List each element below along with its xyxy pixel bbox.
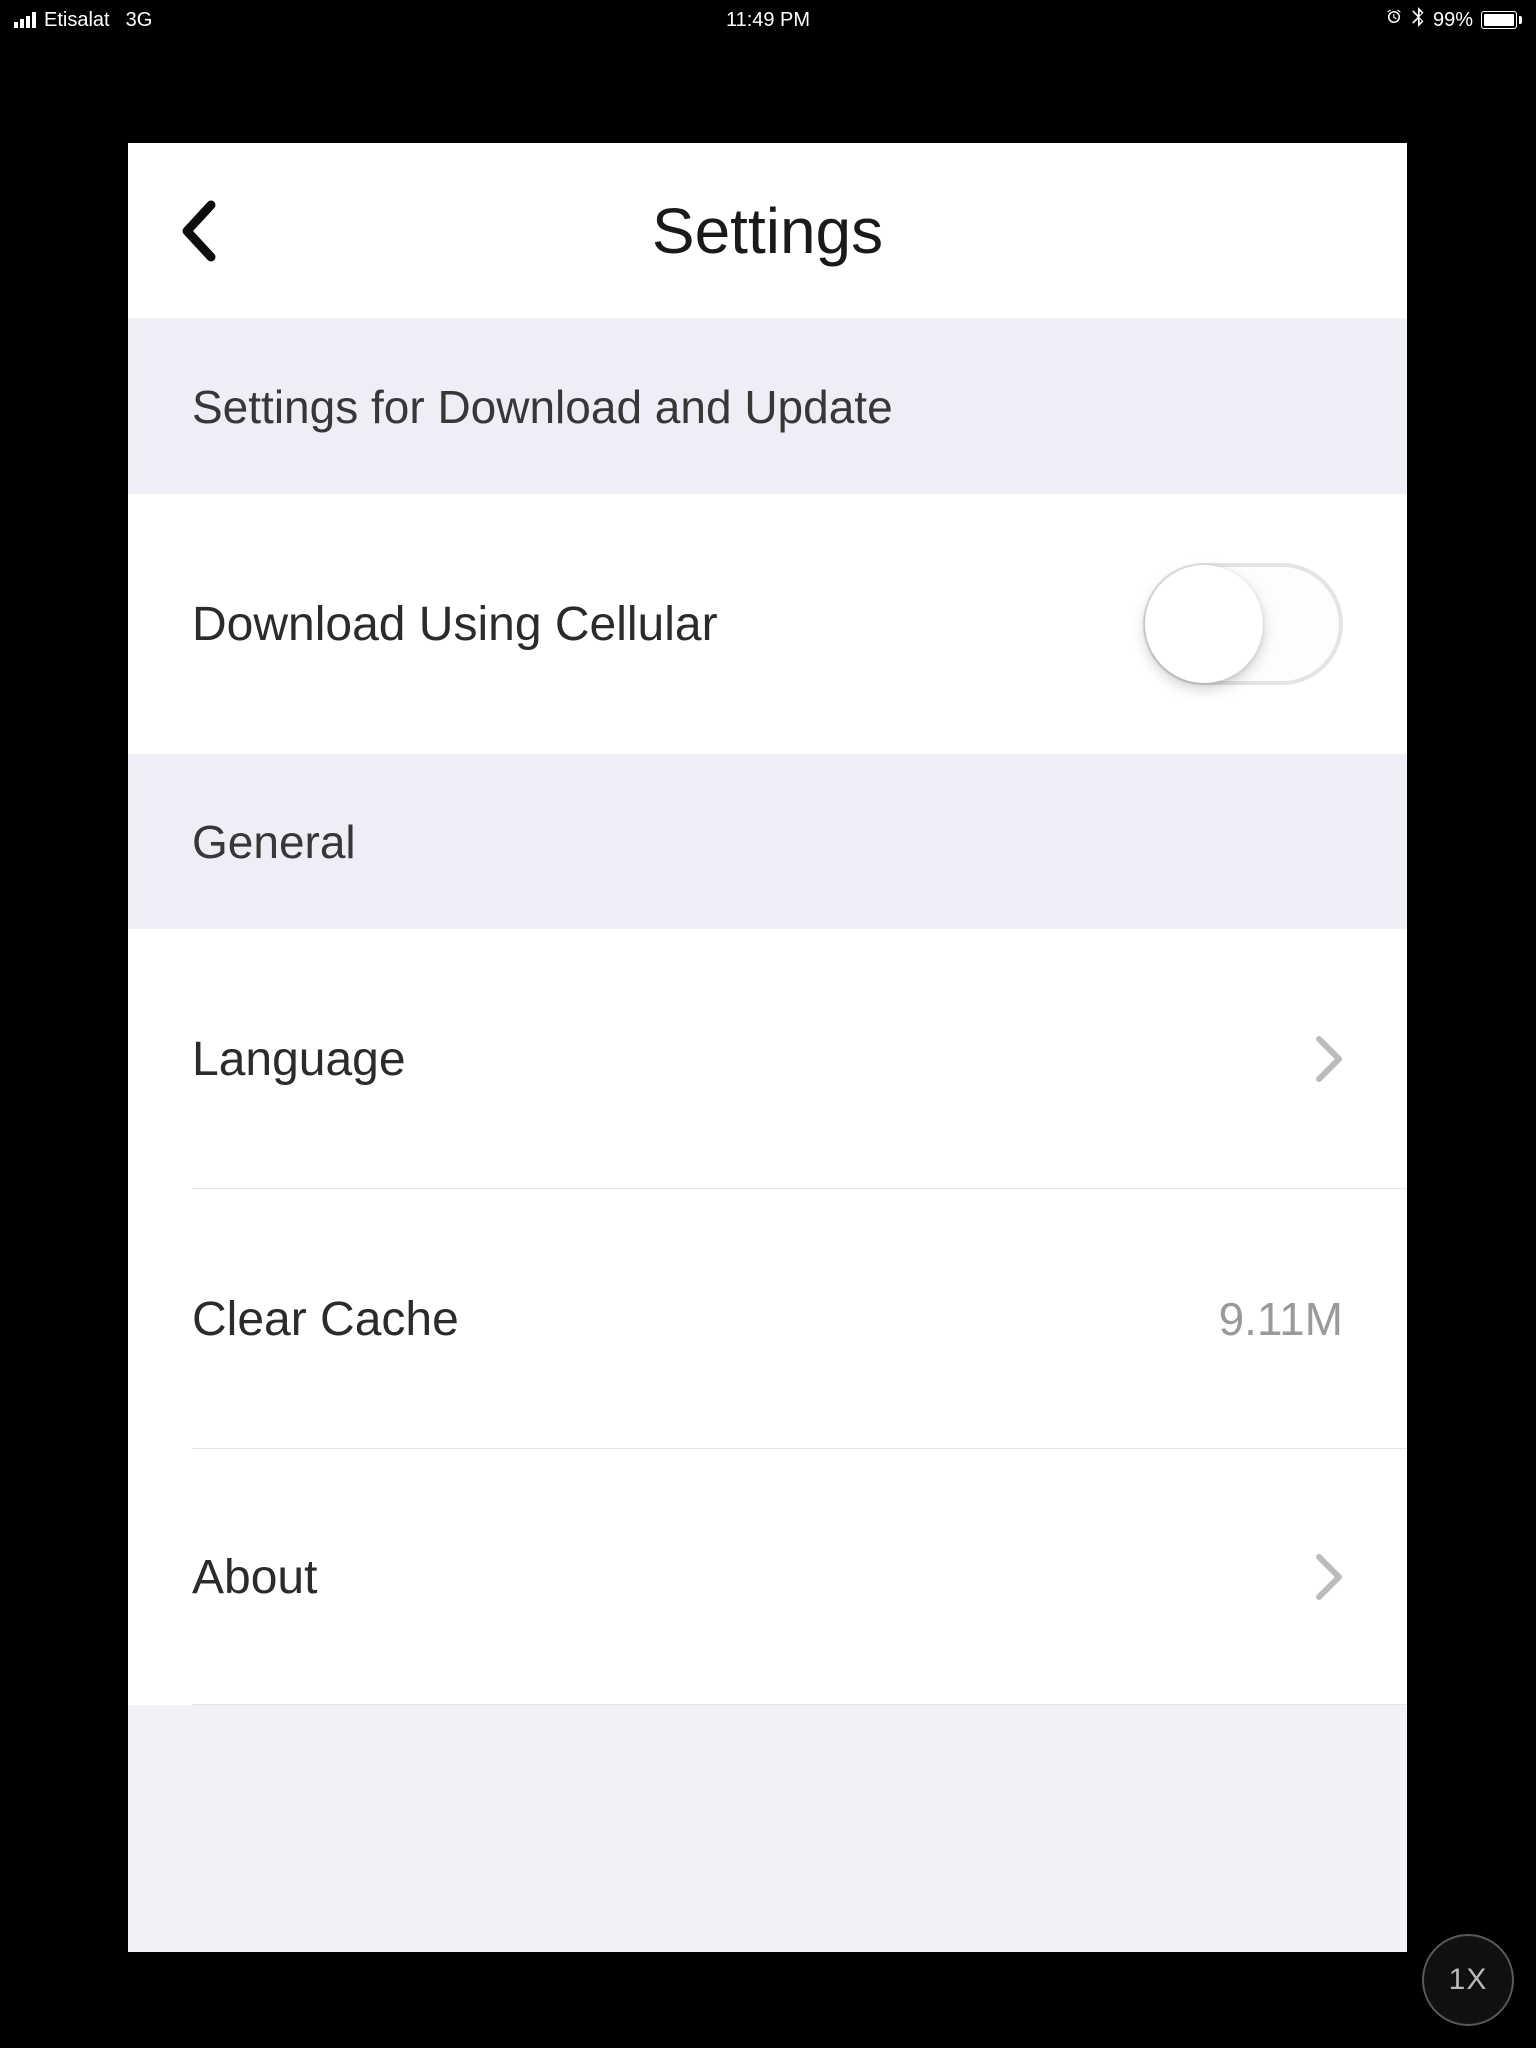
app-panel: Settings Settings for Download and Updat…	[128, 143, 1407, 1952]
signal-icon	[14, 12, 36, 28]
clock-label: 11:49 PM	[726, 9, 810, 32]
download-cellular-toggle[interactable]	[1143, 563, 1343, 685]
battery-percent-label: 99%	[1433, 9, 1473, 32]
section-download-update-label: Settings for Download and Update	[192, 380, 893, 434]
zoom-badge-label: 1X	[1449, 1963, 1488, 1997]
network-label: 3G	[126, 9, 153, 32]
chevron-right-icon	[1315, 1035, 1343, 1083]
alarm-icon	[1385, 8, 1403, 32]
page-header: Settings	[128, 143, 1407, 319]
row-clear-cache[interactable]: Clear Cache 9.11M	[128, 1189, 1407, 1449]
battery-icon	[1481, 11, 1522, 29]
zoom-badge[interactable]: 1X	[1422, 1934, 1514, 2026]
download-cellular-label: Download Using Cellular	[192, 597, 718, 652]
row-download-cellular: Download Using Cellular	[128, 494, 1407, 754]
row-language[interactable]: Language	[128, 929, 1407, 1189]
carrier-label: Etisalat	[44, 9, 110, 32]
language-label: Language	[192, 1032, 406, 1087]
status-left: Etisalat 3G	[14, 9, 152, 32]
chevron-right-icon	[1315, 1553, 1343, 1601]
toggle-knob	[1145, 565, 1263, 683]
clear-cache-label: Clear Cache	[192, 1292, 459, 1347]
section-general-label: General	[192, 815, 356, 869]
clear-cache-value: 9.11M	[1219, 1292, 1343, 1346]
section-download-update-header: Settings for Download and Update	[128, 319, 1407, 494]
back-button[interactable]	[174, 189, 224, 273]
chevron-left-icon	[179, 199, 219, 263]
bluetooth-icon	[1411, 7, 1425, 33]
about-label: About	[192, 1550, 317, 1605]
status-bar: Etisalat 3G 11:49 PM 99%	[0, 0, 1536, 40]
section-general-header: General	[128, 754, 1407, 929]
divider	[192, 1704, 1407, 1705]
page-title: Settings	[652, 194, 883, 268]
row-about[interactable]: About	[128, 1449, 1407, 1705]
status-right: 99%	[1385, 7, 1522, 33]
